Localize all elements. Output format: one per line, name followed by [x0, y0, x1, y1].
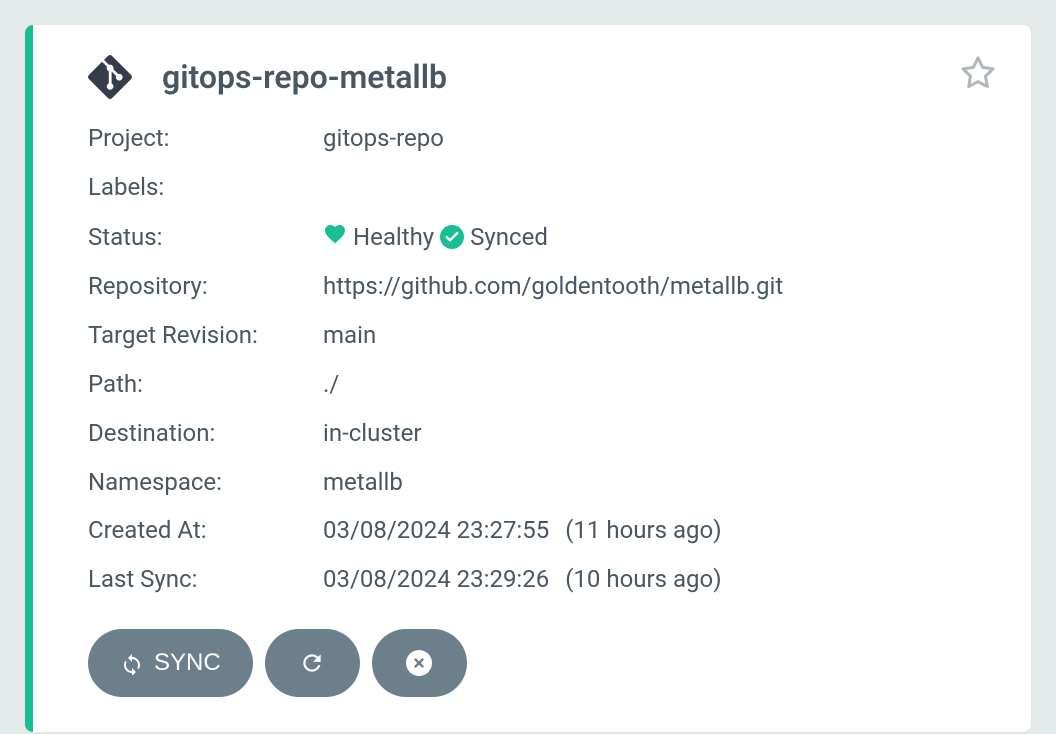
git-icon	[88, 55, 132, 99]
row-destination: Destination: in-cluster	[88, 419, 991, 448]
row-namespace: Namespace: metallb	[88, 468, 991, 497]
action-bar: SYNC	[88, 629, 991, 697]
label-project: Project:	[88, 124, 323, 153]
value-created-at-ts: 03/08/2024 23:27:55	[323, 516, 549, 545]
label-status: Status:	[88, 223, 323, 252]
close-circle-icon	[406, 650, 432, 676]
value-path: ./	[323, 370, 339, 399]
label-labels: Labels:	[88, 173, 323, 202]
row-status: Status: Healthy Synced	[88, 222, 991, 253]
status-health-text: Healthy	[353, 223, 434, 252]
label-namespace: Namespace:	[88, 468, 323, 497]
value-destination: in-cluster	[323, 419, 421, 448]
sync-button-label: SYNC	[154, 649, 221, 677]
row-labels: Labels:	[88, 173, 991, 202]
value-repository: https://github.com/goldentooth/metallb.g…	[323, 272, 783, 301]
label-created-at: Created At:	[88, 516, 323, 545]
value-created-at-rel: (11 hours ago)	[565, 516, 721, 545]
row-project: Project: gitops-repo	[88, 124, 991, 153]
card-header: gitops-repo-metallb	[88, 55, 991, 99]
status-sync-text: Synced	[470, 223, 548, 252]
check-circle-icon	[440, 225, 464, 249]
heart-icon	[323, 222, 347, 253]
details-list: Project: gitops-repo Labels: Status: Hea…	[88, 124, 991, 594]
value-target-revision: main	[323, 321, 376, 350]
value-last-sync-ts: 03/08/2024 23:29:26	[323, 565, 549, 594]
label-repository: Repository:	[88, 272, 323, 301]
value-last-sync-rel: (10 hours ago)	[565, 565, 721, 594]
application-title: gitops-repo-metallb	[162, 58, 447, 96]
favorite-star-icon[interactable]	[960, 55, 996, 91]
row-last-sync: Last Sync: 03/08/2024 23:29:26 (10 hours…	[88, 565, 991, 594]
delete-button[interactable]	[372, 629, 467, 697]
value-namespace: metallb	[323, 468, 403, 497]
label-target-revision: Target Revision:	[88, 321, 323, 350]
row-target-revision: Target Revision: main	[88, 321, 991, 350]
application-card: gitops-repo-metallb Project: gitops-repo…	[25, 25, 1031, 732]
refresh-icon	[299, 650, 325, 676]
row-path: Path: ./	[88, 370, 991, 399]
value-project: gitops-repo	[323, 124, 444, 153]
label-destination: Destination:	[88, 419, 323, 448]
row-repository: Repository: https://github.com/goldentoo…	[88, 272, 991, 301]
refresh-button[interactable]	[265, 629, 360, 697]
sync-button[interactable]: SYNC	[88, 629, 253, 697]
row-created-at: Created At: 03/08/2024 23:27:55 (11 hour…	[88, 516, 991, 545]
label-last-sync: Last Sync:	[88, 565, 323, 594]
sync-icon	[120, 651, 144, 675]
label-path: Path:	[88, 370, 323, 399]
